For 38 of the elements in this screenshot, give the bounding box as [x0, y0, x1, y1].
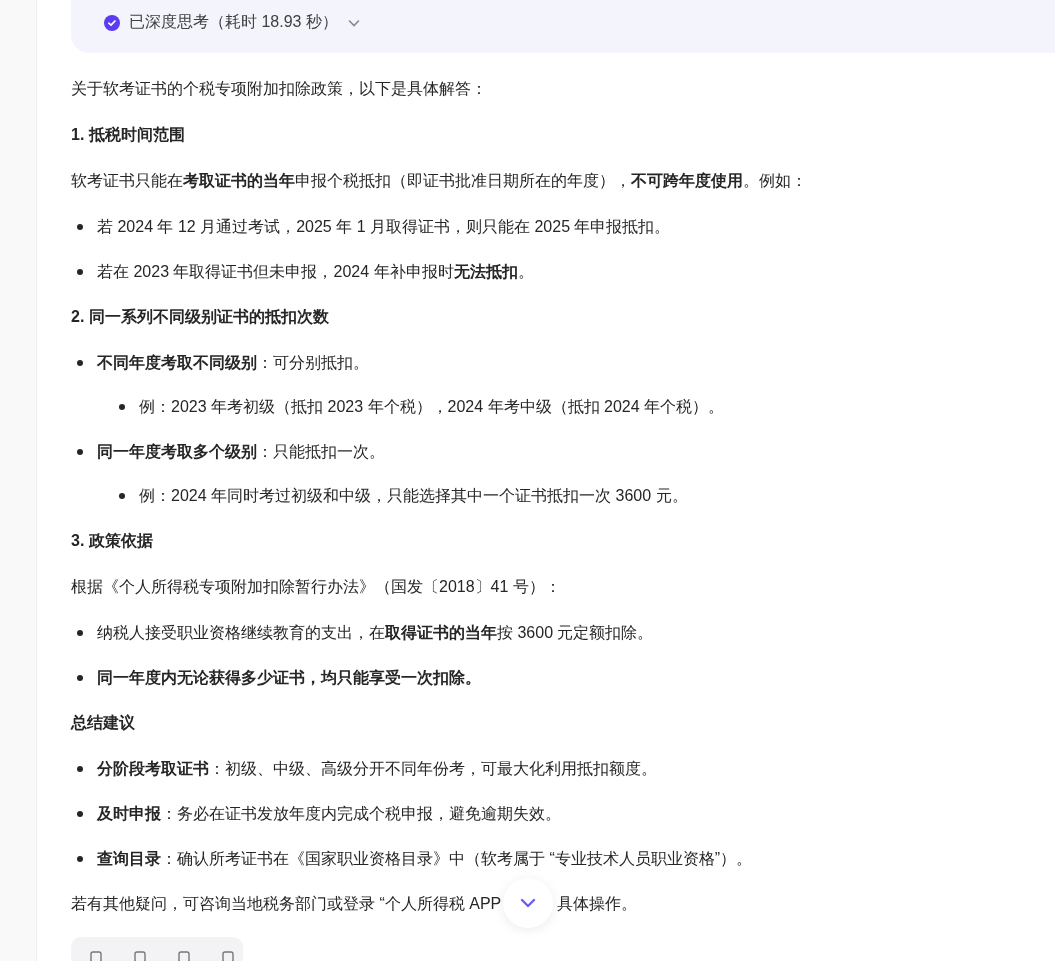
- bullet-icon: [119, 493, 125, 499]
- list-item-text: 例：2023 年考初级（抵扣 2023 年个税），2024 年考中级（抵扣 2024 年个税）。: [139, 397, 725, 417]
- section-heading: 总结建议: [71, 713, 136, 733]
- toolbar-icon[interactable]: [221, 950, 235, 961]
- bullet-icon: [77, 360, 83, 366]
- closing-text: 具体操作。: [557, 894, 638, 914]
- section-heading: 2. 同一系列不同级别证书的抵扣次数: [71, 307, 330, 327]
- list-item-text: 同一年度考取多个级别：只能抵扣一次。: [97, 442, 385, 462]
- toolbar-icon[interactable]: [177, 950, 191, 961]
- list-item-text: 不同年度考取不同级别：可分别抵扣。: [97, 353, 369, 373]
- bullet-icon: [77, 269, 83, 275]
- bullet-icon: [77, 766, 83, 772]
- paragraph: 软考证书只能在考取证书的当年申报个税抵扣（即证书批准日期所在的年度），不可跨年度使用。例如：: [71, 171, 808, 191]
- list-item-text: 同一年度内无论获得多少证书，均只能享受一次扣除。: [97, 668, 481, 688]
- list-item-text: 纳税人接受职业资格继续教育的支出，在取得证书的当年按 3600 元定额扣除。: [97, 623, 654, 643]
- list-item-text: 查询目录：确认所考证书在《国家职业资格目录》中（软考属于 “专业技术人员职业资格”）。: [97, 849, 753, 869]
- check-circle-icon: [104, 14, 120, 31]
- section-heading: 1. 抵税时间范围: [71, 125, 186, 145]
- paragraph: 关于软考证书的个税专项附加扣除政策，以下是具体解答：: [71, 79, 488, 99]
- toolbar-icon[interactable]: [133, 950, 147, 961]
- thinking-status: 已深度思考（耗时 18.93 秒）: [129, 12, 338, 32]
- bullet-icon: [77, 630, 83, 636]
- closing-text: 若有其他疑问，可咨询当地税务部门或登录 “个人所得税 APP: [71, 894, 502, 914]
- bullet-icon: [77, 675, 83, 681]
- list-item-text: 及时申报：务必在证书发放年度内完成个税申报，避免逾期失效。: [97, 804, 561, 824]
- list-item-text: 若 2024 年 12 月通过考试，2025 年 1 月取得证书，则只能在 2025 年申报抵扣。: [97, 217, 671, 237]
- list-item-text: 例：2024 年同时考过初级和中级，只能选择其中一个证书抵扣一次 3600 元。: [139, 486, 688, 506]
- bullet-icon: [77, 856, 83, 862]
- list-item-text: 分阶段考取证书：初级、中级、高级分开不同年份考，可最大化利用抵扣额度。: [97, 759, 657, 779]
- paragraph: 根据《个人所得税专项附加扣除暂行办法》（国发〔2018〕41 号）：: [71, 577, 562, 597]
- toolbar-icon[interactable]: [89, 950, 103, 961]
- bullet-icon: [77, 224, 83, 230]
- bullet-icon: [77, 449, 83, 455]
- chevron-down-icon: [519, 897, 538, 909]
- bullet-icon: [77, 811, 83, 817]
- section-heading: 3. 政策依据: [71, 531, 154, 551]
- bullet-icon: [119, 404, 125, 410]
- list-item-text: 若在 2023 年取得证书但未申报，2024 年补申报时无法抵扣。: [97, 262, 534, 282]
